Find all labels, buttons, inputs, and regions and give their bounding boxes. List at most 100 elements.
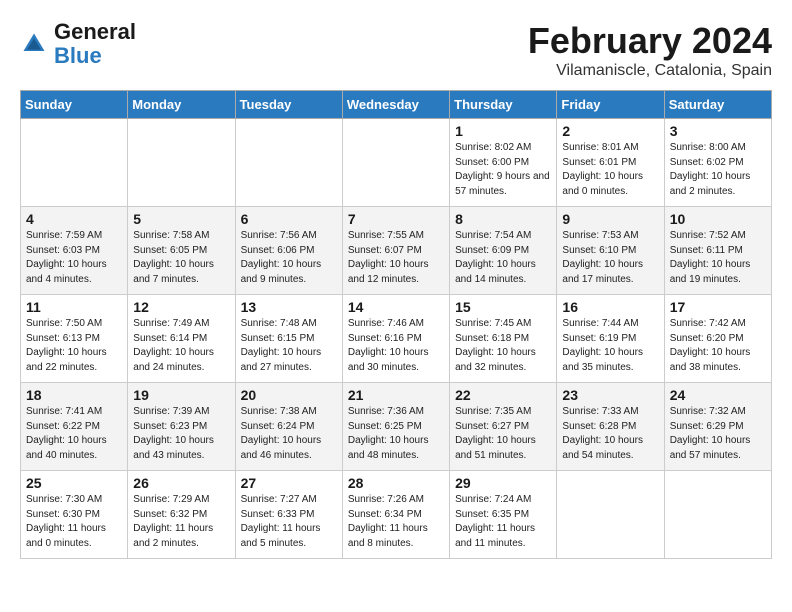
day-number: 6 xyxy=(241,211,337,227)
calendar-cell: 3 Sunrise: 8:00 AMSunset: 6:02 PMDaylight… xyxy=(664,119,771,207)
day-info: Sunrise: 7:52 AMSunset: 6:11 PMDaylight:… xyxy=(670,229,766,287)
day-number: 10 xyxy=(670,211,766,227)
calendar-cell xyxy=(21,119,128,207)
day-number: 23 xyxy=(562,387,658,403)
calendar-table: SundayMondayTuesdayWednesdayThursdayFrid… xyxy=(20,90,772,559)
calendar-cell: 25 Sunrise: 7:30 AMSunset: 6:30 PMDayligh… xyxy=(21,471,128,559)
weekday-header-friday: Friday xyxy=(557,91,664,119)
day-number: 11 xyxy=(26,299,122,315)
calendar-week-4: 18 Sunrise: 7:41 AMSunset: 6:22 PMDayligh… xyxy=(21,383,772,471)
day-info: Sunrise: 7:48 AMSunset: 6:15 PMDaylight:… xyxy=(241,317,337,375)
day-info: Sunrise: 7:56 AMSunset: 6:06 PMDaylight:… xyxy=(241,229,337,287)
calendar-cell: 10 Sunrise: 7:52 AMSunset: 6:11 PMDayligh… xyxy=(664,207,771,295)
day-number: 25 xyxy=(26,475,122,491)
day-info: Sunrise: 7:44 AMSunset: 6:19 PMDaylight:… xyxy=(562,317,658,375)
title-block: February 2024 Vilamaniscle, Catalonia, S… xyxy=(528,20,772,80)
calendar-cell: 21 Sunrise: 7:36 AMSunset: 6:25 PMDayligh… xyxy=(342,383,449,471)
day-info: Sunrise: 7:36 AMSunset: 6:25 PMDaylight:… xyxy=(348,405,444,463)
day-number: 5 xyxy=(133,211,229,227)
day-info: Sunrise: 8:02 AMSunset: 6:00 PMDaylight:… xyxy=(455,141,551,199)
day-info: Sunrise: 7:38 AMSunset: 6:24 PMDaylight:… xyxy=(241,405,337,463)
day-number: 29 xyxy=(455,475,551,491)
weekday-header-monday: Monday xyxy=(128,91,235,119)
calendar-cell: 16Sunrise: 7:44 AMSunset: 6:19 PMDayligh… xyxy=(557,295,664,383)
calendar-cell xyxy=(664,471,771,559)
day-number: 7 xyxy=(348,211,444,227)
day-info: Sunrise: 7:59 AMSunset: 6:03 PMDaylight:… xyxy=(26,229,122,287)
day-info: Sunrise: 8:01 AMSunset: 6:01 PMDaylight:… xyxy=(562,141,658,199)
day-number: 26 xyxy=(133,475,229,491)
weekday-header-row: SundayMondayTuesdayWednesdayThursdayFrid… xyxy=(21,91,772,119)
calendar-cell: 19Sunrise: 7:39 AMSunset: 6:23 PMDayligh… xyxy=(128,383,235,471)
day-info: Sunrise: 7:45 AMSunset: 6:18 PMDaylight:… xyxy=(455,317,551,375)
calendar-cell: 11 Sunrise: 7:50 AMSunset: 6:13 PMDayligh… xyxy=(21,295,128,383)
day-number: 20 xyxy=(241,387,337,403)
day-number: 1 xyxy=(455,123,551,139)
day-number: 4 xyxy=(26,211,122,227)
day-info: Sunrise: 7:54 AMSunset: 6:09 PMDaylight:… xyxy=(455,229,551,287)
logo-icon xyxy=(20,30,48,58)
weekday-header-thursday: Thursday xyxy=(450,91,557,119)
day-info: Sunrise: 7:27 AMSunset: 6:33 PMDaylight:… xyxy=(241,493,337,551)
day-info: Sunrise: 7:33 AMSunset: 6:28 PMDaylight:… xyxy=(562,405,658,463)
day-number: 28 xyxy=(348,475,444,491)
calendar-cell: 24 Sunrise: 7:32 AMSunset: 6:29 PMDayligh… xyxy=(664,383,771,471)
logo: General Blue xyxy=(20,20,136,68)
day-number: 17 xyxy=(670,299,766,315)
calendar-cell: 1 Sunrise: 8:02 AMSunset: 6:00 PMDaylight… xyxy=(450,119,557,207)
calendar-cell: 28Sunrise: 7:26 AMSunset: 6:34 PMDayligh… xyxy=(342,471,449,559)
calendar-cell: 5 Sunrise: 7:58 AMSunset: 6:05 PMDaylight… xyxy=(128,207,235,295)
calendar-cell: 7 Sunrise: 7:55 AMSunset: 6:07 PMDaylight… xyxy=(342,207,449,295)
day-info: Sunrise: 7:58 AMSunset: 6:05 PMDaylight:… xyxy=(133,229,229,287)
weekday-header-sunday: Sunday xyxy=(21,91,128,119)
calendar-cell: 15 Sunrise: 7:45 AMSunset: 6:18 PMDayligh… xyxy=(450,295,557,383)
day-number: 22 xyxy=(455,387,551,403)
calendar-cell: 13 Sunrise: 7:48 AMSunset: 6:15 PMDayligh… xyxy=(235,295,342,383)
day-number: 15 xyxy=(455,299,551,315)
calendar-week-3: 11 Sunrise: 7:50 AMSunset: 6:13 PMDayligh… xyxy=(21,295,772,383)
day-number: 18 xyxy=(26,387,122,403)
day-number: 21 xyxy=(348,387,444,403)
calendar-cell: 12Sunrise: 7:49 AMSunset: 6:14 PMDayligh… xyxy=(128,295,235,383)
calendar-cell: 23 Sunrise: 7:33 AMSunset: 6:28 PMDayligh… xyxy=(557,383,664,471)
day-info: Sunrise: 7:49 AMSunset: 6:14 PMDaylight:… xyxy=(133,317,229,375)
calendar-cell: 8 Sunrise: 7:54 AMSunset: 6:09 PMDaylight… xyxy=(450,207,557,295)
day-info: Sunrise: 7:30 AMSunset: 6:30 PMDaylight:… xyxy=(26,493,122,551)
day-number: 8 xyxy=(455,211,551,227)
calendar-cell xyxy=(235,119,342,207)
day-info: Sunrise: 7:55 AMSunset: 6:07 PMDaylight:… xyxy=(348,229,444,287)
calendar-cell: 18 Sunrise: 7:41 AMSunset: 6:22 PMDayligh… xyxy=(21,383,128,471)
day-number: 14 xyxy=(348,299,444,315)
calendar-cell: 6 Sunrise: 7:56 AMSunset: 6:06 PMDaylight… xyxy=(235,207,342,295)
calendar-cell xyxy=(557,471,664,559)
day-info: Sunrise: 7:41 AMSunset: 6:22 PMDaylight:… xyxy=(26,405,122,463)
month-title: February 2024 xyxy=(528,20,772,62)
logo-text: General Blue xyxy=(54,20,136,68)
day-info: Sunrise: 7:39 AMSunset: 6:23 PMDaylight:… xyxy=(133,405,229,463)
calendar-week-5: 25 Sunrise: 7:30 AMSunset: 6:30 PMDayligh… xyxy=(21,471,772,559)
day-info: Sunrise: 7:32 AMSunset: 6:29 PMDaylight:… xyxy=(670,405,766,463)
location-title: Vilamaniscle, Catalonia, Spain xyxy=(528,62,772,80)
calendar-cell xyxy=(342,119,449,207)
calendar-cell: 26 Sunrise: 7:29 AMSunset: 6:32 PMDayligh… xyxy=(128,471,235,559)
calendar-cell xyxy=(128,119,235,207)
calendar-week-2: 4 Sunrise: 7:59 AMSunset: 6:03 PMDaylight… xyxy=(21,207,772,295)
day-number: 9 xyxy=(562,211,658,227)
calendar-week-1: 1 Sunrise: 8:02 AMSunset: 6:00 PMDaylight… xyxy=(21,119,772,207)
calendar-cell: 9Sunrise: 7:53 AMSunset: 6:10 PMDaylight… xyxy=(557,207,664,295)
day-info: Sunrise: 7:29 AMSunset: 6:32 PMDaylight:… xyxy=(133,493,229,551)
day-info: Sunrise: 7:46 AMSunset: 6:16 PMDaylight:… xyxy=(348,317,444,375)
weekday-header-tuesday: Tuesday xyxy=(235,91,342,119)
day-number: 24 xyxy=(670,387,766,403)
day-info: Sunrise: 7:35 AMSunset: 6:27 PMDaylight:… xyxy=(455,405,551,463)
weekday-header-saturday: Saturday xyxy=(664,91,771,119)
day-info: Sunrise: 7:50 AMSunset: 6:13 PMDaylight:… xyxy=(26,317,122,375)
calendar-cell: 4 Sunrise: 7:59 AMSunset: 6:03 PMDaylight… xyxy=(21,207,128,295)
weekday-header-wednesday: Wednesday xyxy=(342,91,449,119)
day-number: 27 xyxy=(241,475,337,491)
day-info: Sunrise: 7:24 AMSunset: 6:35 PMDaylight:… xyxy=(455,493,551,551)
day-number: 13 xyxy=(241,299,337,315)
day-info: Sunrise: 8:00 AMSunset: 6:02 PMDaylight:… xyxy=(670,141,766,199)
day-number: 3 xyxy=(670,123,766,139)
calendar-cell: 14 Sunrise: 7:46 AMSunset: 6:16 PMDayligh… xyxy=(342,295,449,383)
